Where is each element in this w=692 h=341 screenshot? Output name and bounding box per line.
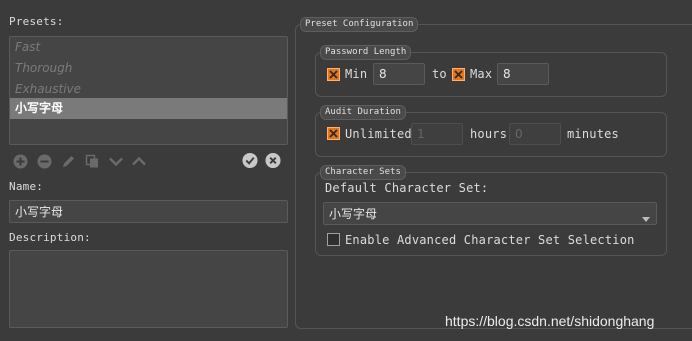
watermark-url: https://blog.csdn.net/shidonghang (445, 313, 655, 329)
hours-input[interactable]: 1 (411, 123, 463, 145)
name-field-value: 小写字母 (15, 205, 64, 219)
advanced-charset-label: Enable Advanced Character Set Selection (345, 233, 635, 247)
cancel-icon[interactable] (265, 152, 281, 168)
preset-item-selected[interactable]: 小写字母 (10, 98, 287, 119)
description-field[interactable] (9, 250, 288, 328)
preset-configuration-title: Preset Configuration (300, 17, 419, 32)
default-charset-label: Default Character Set: (325, 181, 489, 195)
move-down-icon[interactable] (108, 153, 124, 169)
min-input-value: 8 (379, 67, 387, 81)
character-sets-title: Character Sets (320, 165, 406, 180)
minutes-input-value: 0 (515, 127, 523, 141)
presets-list[interactable]: Fast Thorough Exhaustive 小写字母 (9, 36, 288, 145)
audit-duration-title: Audit Duration (320, 105, 406, 120)
max-checkbox[interactable] (452, 68, 465, 81)
minutes-label: minutes (567, 127, 619, 141)
name-label: Name: (9, 180, 44, 193)
default-charset-value: 小写字母 (329, 207, 378, 221)
default-charset-select[interactable]: 小写字母 (323, 202, 657, 225)
hours-label: hours (470, 127, 508, 141)
min-checkbox[interactable] (327, 68, 340, 81)
name-field[interactable]: 小写字母 (9, 200, 288, 223)
hours-input-value: 1 (417, 127, 425, 141)
preset-item-exhaustive[interactable]: Exhaustive (10, 79, 287, 100)
move-up-icon[interactable] (131, 153, 147, 169)
add-icon[interactable] (12, 153, 28, 169)
password-length-title: Password Length (320, 45, 412, 60)
minutes-input[interactable]: 0 (509, 123, 561, 145)
accept-icon[interactable] (242, 152, 258, 168)
description-label: Description: (9, 231, 91, 244)
unlimited-checkbox[interactable] (327, 127, 340, 140)
preset-item-fast[interactable]: Fast (10, 37, 287, 58)
preset-item-thorough[interactable]: Thorough (10, 58, 287, 79)
min-input[interactable]: 8 (373, 63, 425, 85)
max-label: Max (470, 67, 493, 81)
max-input-value: 8 (503, 67, 511, 81)
copy-icon[interactable] (84, 153, 100, 169)
advanced-charset-checkbox[interactable] (327, 233, 340, 246)
remove-icon[interactable] (36, 153, 52, 169)
edit-icon[interactable] (60, 153, 76, 169)
chevron-down-icon (642, 211, 650, 225)
to-label: to (432, 67, 447, 81)
max-input[interactable]: 8 (497, 63, 549, 85)
min-label: Min (345, 67, 368, 81)
presets-label: Presets: (9, 15, 64, 28)
unlimited-label: Unlimited (345, 127, 412, 141)
